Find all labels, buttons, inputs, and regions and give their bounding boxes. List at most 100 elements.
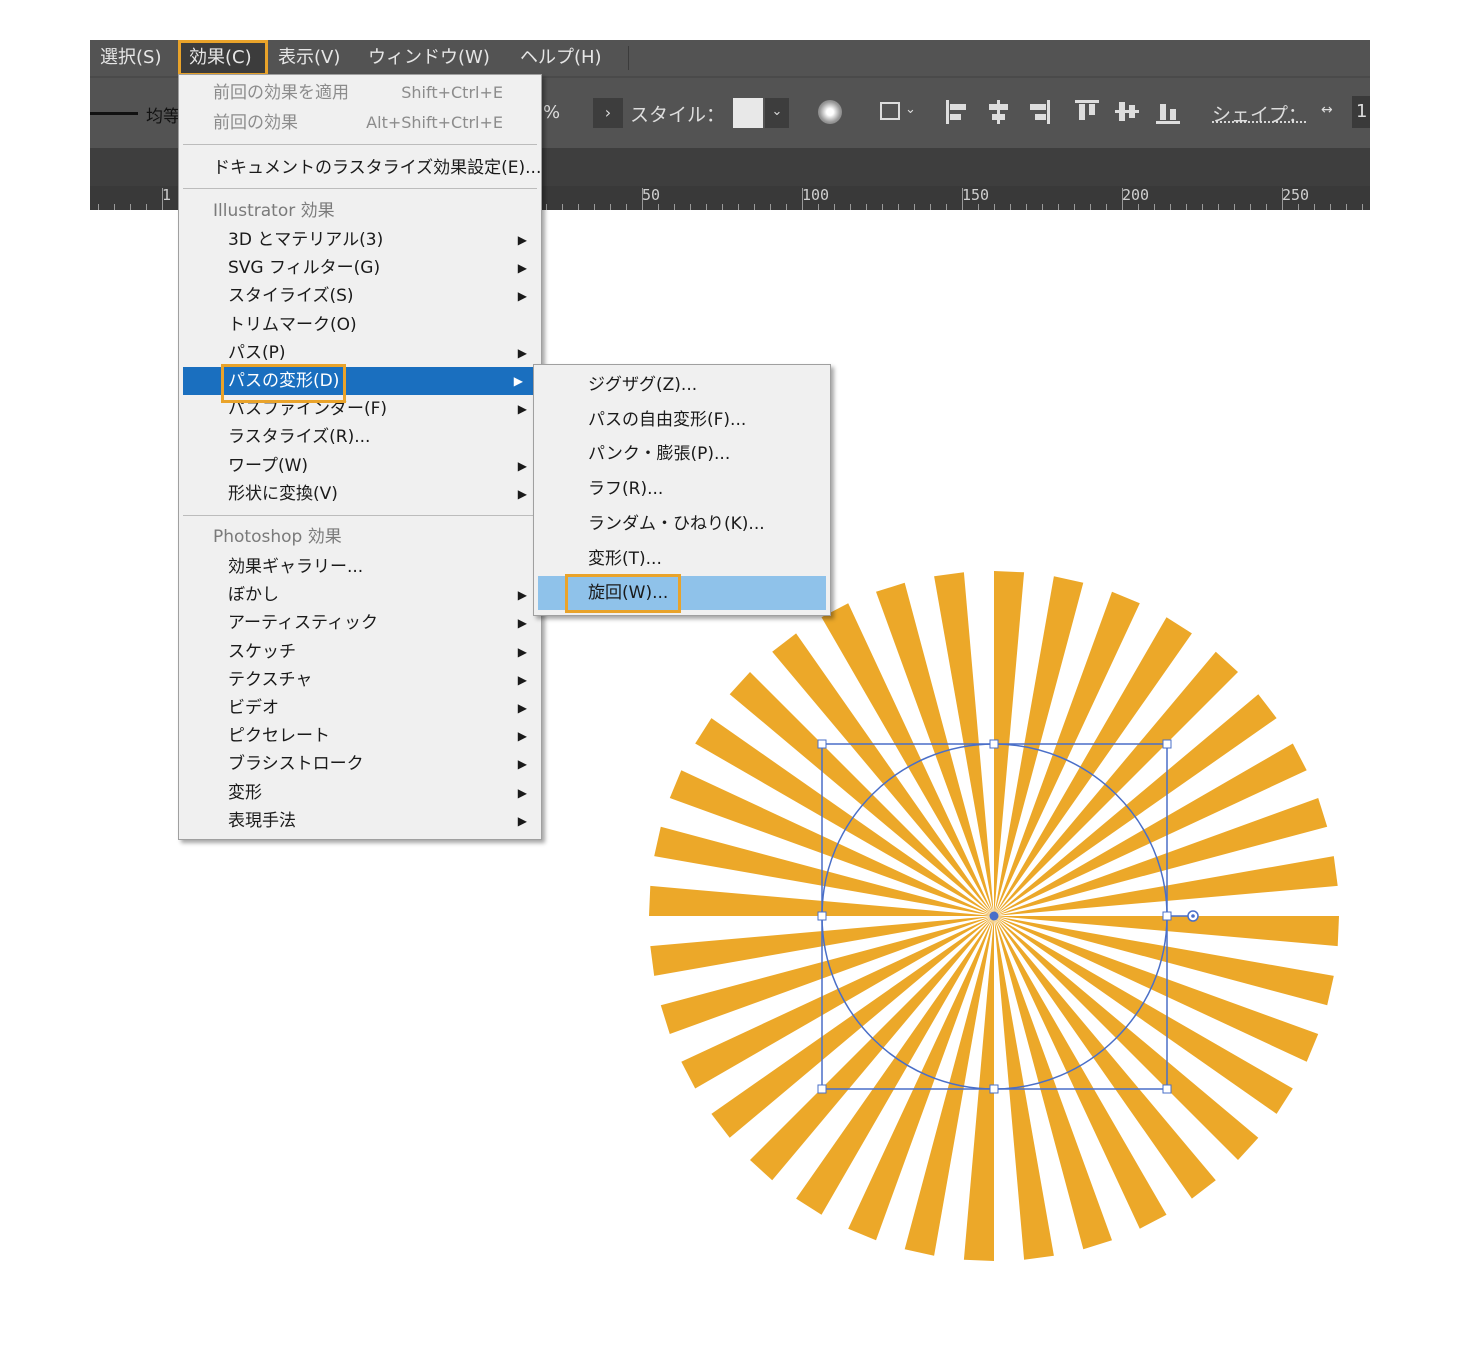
menu-window[interactable]: ウィンドウ(W) [360, 40, 498, 76]
sunburst-ray [994, 916, 1293, 1114]
photoshop-effect-item[interactable]: スケッチ ▶ [179, 638, 541, 666]
ruler-tick [562, 204, 563, 210]
ruler-label: 200 [1122, 186, 1150, 204]
distort-transform-submenu: ジグザグ(Z)... パスの自由変形(F)... パンク・膨張(P)... ラフ(R)… [533, 364, 831, 616]
sunburst-ray [796, 916, 994, 1215]
style-label: スタイル： [630, 104, 726, 126]
photoshop-effect-item[interactable]: ピクセレート ▶ [179, 722, 541, 750]
sunburst-ray [994, 576, 1084, 916]
menu-item-label: 旋回(W)... [588, 583, 669, 604]
illustrator-effect-item[interactable]: 3D とマテリアル(3) ▶ [179, 226, 541, 254]
submenu-arrow-icon: ▶ [513, 374, 523, 388]
menu-item-label: 変形(T)... [588, 548, 662, 569]
menu-view[interactable]: 表示(V) [270, 40, 348, 76]
sunburst-ray [660, 916, 994, 1034]
menu-effect[interactable]: 効果(C) [178, 40, 268, 76]
photoshop-effect-item[interactable]: アーティスティック ▶ [179, 609, 541, 637]
sunburst-ray [994, 916, 1334, 1006]
sunburst-ray [772, 633, 994, 916]
illustrator-effect-item[interactable]: トリムマーク(O) [179, 311, 541, 339]
illustrator-effect-item[interactable]: パスの変形(D) ▶ [183, 367, 537, 395]
style-dropdown-icon[interactable]: ⌄ [765, 98, 789, 128]
menu-item-label: パスの自由変形(F)... [588, 409, 747, 430]
distort-submenu-item[interactable]: ラフ(R)... [534, 472, 830, 506]
illustrator-effect-item[interactable]: スタイライズ(S) ▶ [179, 282, 541, 310]
illustrator-effect-item[interactable]: パス(P) ▶ [179, 339, 541, 367]
submenu-arrow-icon: ▶ [517, 486, 527, 501]
illustrator-effects-header: Illustrator 効果 [213, 201, 335, 221]
ruler-label: 1 [162, 186, 172, 204]
opacity-arrow-icon[interactable]: › [593, 98, 623, 128]
ruler-tick [1042, 204, 1043, 210]
sunburst-ray [729, 672, 994, 916]
illustrator-effect-item[interactable]: ワープ(W) ▶ [179, 452, 541, 480]
ruler-label: 150 [962, 186, 990, 204]
sunburst-ray [994, 916, 1259, 1160]
menu-select[interactable]: 選択(S) [92, 40, 169, 76]
menu-item-label: スケッチ [228, 641, 296, 662]
distort-submenu-item[interactable]: 旋回(W)... [538, 576, 826, 611]
distort-submenu-item[interactable]: ジグザグ(Z)... [534, 368, 830, 402]
photoshop-effect-item[interactable]: ビデオ ▶ [179, 694, 541, 722]
align-bottom-icon[interactable] [1156, 100, 1180, 124]
handle-tl [817, 739, 827, 749]
illustrator-effect-item[interactable]: パスファインダー(F) ▶ [179, 395, 541, 423]
align-left-icon[interactable] [946, 100, 968, 124]
style-swatch[interactable] [733, 98, 763, 128]
align-center-icon[interactable] [987, 100, 1009, 124]
sunburst-ray [695, 718, 994, 916]
photoshop-effect-item[interactable]: 効果ギャラリー... [179, 553, 541, 581]
recolor-icon[interactable] [818, 100, 842, 124]
sunburst-ray [650, 916, 994, 976]
submenu-arrow-icon: ▶ [517, 289, 527, 304]
photoshop-effect-item[interactable]: ブラシストローク ▶ [179, 750, 541, 778]
ruler-tick [162, 188, 163, 210]
rotate-handle [1187, 910, 1199, 922]
photoshop-effect-item[interactable]: 表現手法 ▶ [179, 807, 541, 835]
ruler-tick [658, 204, 659, 210]
menu-item-label: パンク・膨張(P)... [588, 444, 731, 465]
menu-item-label: 形状に変換(V) [228, 483, 338, 504]
photoshop-effect-item[interactable]: ぼかし ▶ [179, 581, 541, 609]
distort-submenu-item[interactable]: ランダム・ひねり(K)... [534, 507, 830, 541]
ruler-tick [850, 204, 851, 210]
shape-label[interactable]: シェイプ： [1212, 100, 1307, 127]
ruler-tick [578, 204, 579, 210]
sunburst-ray [994, 694, 1277, 916]
sunburst-ray [994, 916, 1319, 1062]
distort-submenu-item[interactable]: パンク・膨張(P)... [534, 437, 830, 471]
align-right-icon[interactable] [1028, 100, 1050, 124]
submenu-arrow-icon: ▶ [517, 701, 527, 715]
distort-submenu-item[interactable]: 変形(T)... [534, 542, 830, 576]
menu-item-label: 効果ギャラリー... [228, 557, 364, 577]
illustrator-effect-item[interactable]: ラスタライズ(R)... [179, 423, 541, 451]
stroke-profile-label[interactable]: 均等 [146, 102, 180, 127]
ruler-tick [722, 204, 723, 210]
align-top-icon[interactable] [1075, 100, 1099, 124]
photoshop-effect-item[interactable]: テクスチャ ▶ [179, 666, 541, 694]
shape-width-field[interactable]: 1 [1352, 96, 1370, 128]
menu-item-label: ランダム・ひねり(K)... [588, 513, 765, 534]
ruler-tick [930, 204, 931, 210]
ruler-tick [1090, 204, 1091, 210]
handle-ml [817, 911, 827, 921]
menu-document-raster-settings[interactable]: ドキュメントのラスタライズ効果設定(E)... [179, 154, 541, 182]
menu-item-label: ピクセレート [228, 726, 330, 747]
menu-item-label: トリムマーク(O) [228, 314, 357, 335]
menu-help[interactable]: ヘルプ(H) [512, 40, 610, 76]
ruler-tick [1314, 204, 1315, 210]
align-middle-icon[interactable] [1115, 100, 1139, 124]
menu-item-label: ラスタライズ(R)... [228, 427, 371, 448]
illustrator-effect-item[interactable]: SVG フィルター(G) ▶ [179, 254, 541, 282]
photoshop-effect-item[interactable]: 変形 ▶ [179, 779, 541, 807]
sunburst-ray [934, 572, 994, 916]
ruler-tick [1250, 204, 1251, 210]
sunburst-ray [711, 916, 994, 1138]
transform-dropdown-icon[interactable]: ⌄ [905, 102, 916, 117]
sunburst-ray [649, 885, 994, 916]
distort-submenu-item[interactable]: パスの自由変形(F)... [534, 403, 830, 437]
transform-icon[interactable] [880, 102, 900, 120]
menu-item-label: ワープ(W) [228, 455, 309, 476]
illustrator-effect-item[interactable]: 形状に変換(V) ▶ [179, 480, 541, 508]
menu-item-label: パスの変形(D) [228, 371, 340, 391]
